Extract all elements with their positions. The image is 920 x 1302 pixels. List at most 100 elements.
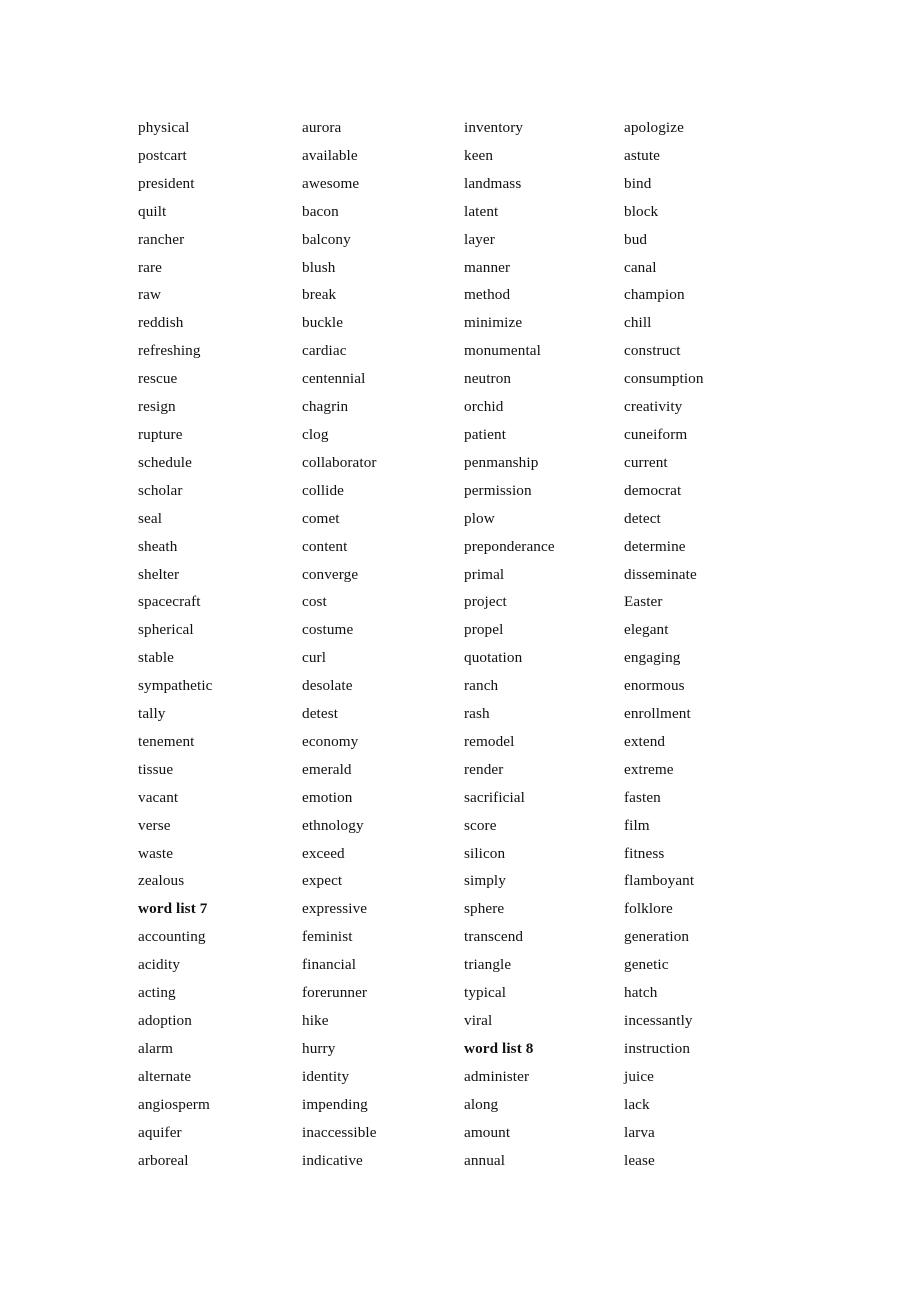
word-entry: reddish (138, 314, 184, 332)
document-page: physical aurora inventory apologize postcart… (0, 0, 920, 1302)
word-entry: shelter (138, 565, 180, 583)
word-entry: keen (464, 146, 494, 164)
word-entry: ethnology (302, 816, 364, 834)
word-entry: feminist (302, 928, 353, 946)
word-entry: fasten (624, 788, 661, 806)
word-entry: genetic (624, 956, 669, 974)
word-entry: flamboyant (624, 872, 695, 890)
word-entry: cuneiform (624, 425, 688, 443)
word-entry: lease (624, 1151, 655, 1169)
word-entry: penmanship (464, 453, 539, 471)
word-entry: zealous (138, 872, 185, 890)
word-entry: astute (624, 146, 661, 164)
word-entry: stable (138, 649, 175, 667)
word-entry: annual (464, 1151, 506, 1169)
word-entry: bud (624, 230, 648, 248)
word-entry: sheath (138, 537, 178, 555)
word-list-heading: word list 8 (464, 1039, 534, 1057)
word-entry: current (624, 453, 668, 471)
word-entry: folklore (624, 900, 673, 918)
word-entry: typical (464, 984, 507, 1002)
word-entry: juice (624, 1067, 655, 1085)
word-entry: exceed (302, 844, 345, 862)
word-entry: rare (138, 258, 162, 276)
word-entry: neutron (464, 370, 512, 388)
word-entry: waste (138, 844, 174, 862)
word-entry: latent (464, 202, 499, 220)
word-entry: viral (464, 1012, 493, 1029)
word-entry: remodel (464, 732, 515, 750)
word-entry: quotation (464, 649, 523, 667)
word-entry: verse (138, 816, 171, 834)
word-entry: layer (464, 230, 495, 248)
word-entry: apologize (624, 119, 684, 136)
word-entry: incessantly (624, 1012, 693, 1029)
word-entry: collide (302, 481, 345, 499)
word-entry: expect (302, 872, 343, 890)
word-entry: tally (138, 705, 166, 723)
word-entry: cost (302, 593, 327, 611)
word-entry: scholar (138, 481, 183, 499)
word-entry: larva (624, 1123, 655, 1141)
word-entry: preponderance (464, 537, 555, 555)
word-entry: permission (464, 481, 532, 499)
word-entry: adoption (138, 1012, 192, 1029)
word-entry: seal (138, 509, 163, 527)
word-entry: content (302, 537, 348, 555)
word-entry: chill (624, 314, 652, 332)
word-entry: transcend (464, 928, 524, 946)
word-entry: patient (464, 425, 507, 443)
word-entry: inventory (464, 119, 524, 136)
word-entry: amount (464, 1123, 511, 1141)
word-entry: enrollment (624, 705, 691, 723)
word-entry: forerunner (302, 984, 368, 1002)
word-entry: impending (302, 1095, 368, 1113)
word-entry: democrat (624, 481, 682, 499)
word-entry: cardiac (302, 342, 347, 360)
word-entry: comet (302, 509, 340, 527)
word-entry: refreshing (138, 342, 201, 360)
word-entry: tenement (138, 732, 195, 750)
word-entry: bacon (302, 202, 339, 220)
word-entry: rupture (138, 425, 183, 443)
word-entry: chagrin (302, 398, 349, 416)
word-entry: financial (302, 956, 357, 974)
word-entry: buckle (302, 314, 344, 332)
word-entry: hurry (302, 1039, 336, 1057)
word-entry: method (464, 286, 511, 304)
word-entry: primal (464, 565, 505, 583)
word-entry: manner (464, 258, 511, 276)
word-entry: ranch (464, 677, 499, 695)
word-entry: generation (624, 928, 690, 946)
word-entry: president (138, 174, 195, 192)
word-entry: administer (464, 1067, 530, 1085)
word-entry: enormous (624, 677, 685, 695)
word-entry: angiosperm (138, 1095, 210, 1113)
word-entry: centennial (302, 370, 366, 388)
word-entry: curl (302, 649, 327, 667)
word-entry: break (302, 286, 337, 304)
word-entry: alternate (138, 1067, 192, 1085)
word-entry: plow (464, 509, 495, 527)
word-entry: aurora (302, 119, 342, 136)
word-entry: detest (302, 705, 339, 723)
word-entry: sacrificial (464, 788, 525, 806)
word-entry: arboreal (138, 1151, 189, 1169)
word-entry: rash (464, 705, 490, 723)
word-entry: instruction (624, 1039, 691, 1057)
word-entry: tissue (138, 760, 174, 778)
word-entry: consumption (624, 370, 704, 388)
word-entry: extend (624, 732, 666, 750)
word-entry: extreme (624, 760, 674, 778)
word-entry: engaging (624, 649, 681, 667)
word-entry: along (464, 1095, 499, 1113)
word-entry: bind (624, 174, 652, 192)
word-entry: postcart (138, 146, 187, 164)
word-entry: lack (624, 1095, 650, 1113)
word-list-heading: word list 7 (138, 900, 208, 918)
word-entry: balcony (302, 230, 351, 248)
word-entry: emerald (302, 760, 352, 778)
word-entry: simply (464, 872, 506, 890)
word-entry: score (464, 816, 497, 834)
word-entry: champion (624, 286, 685, 304)
